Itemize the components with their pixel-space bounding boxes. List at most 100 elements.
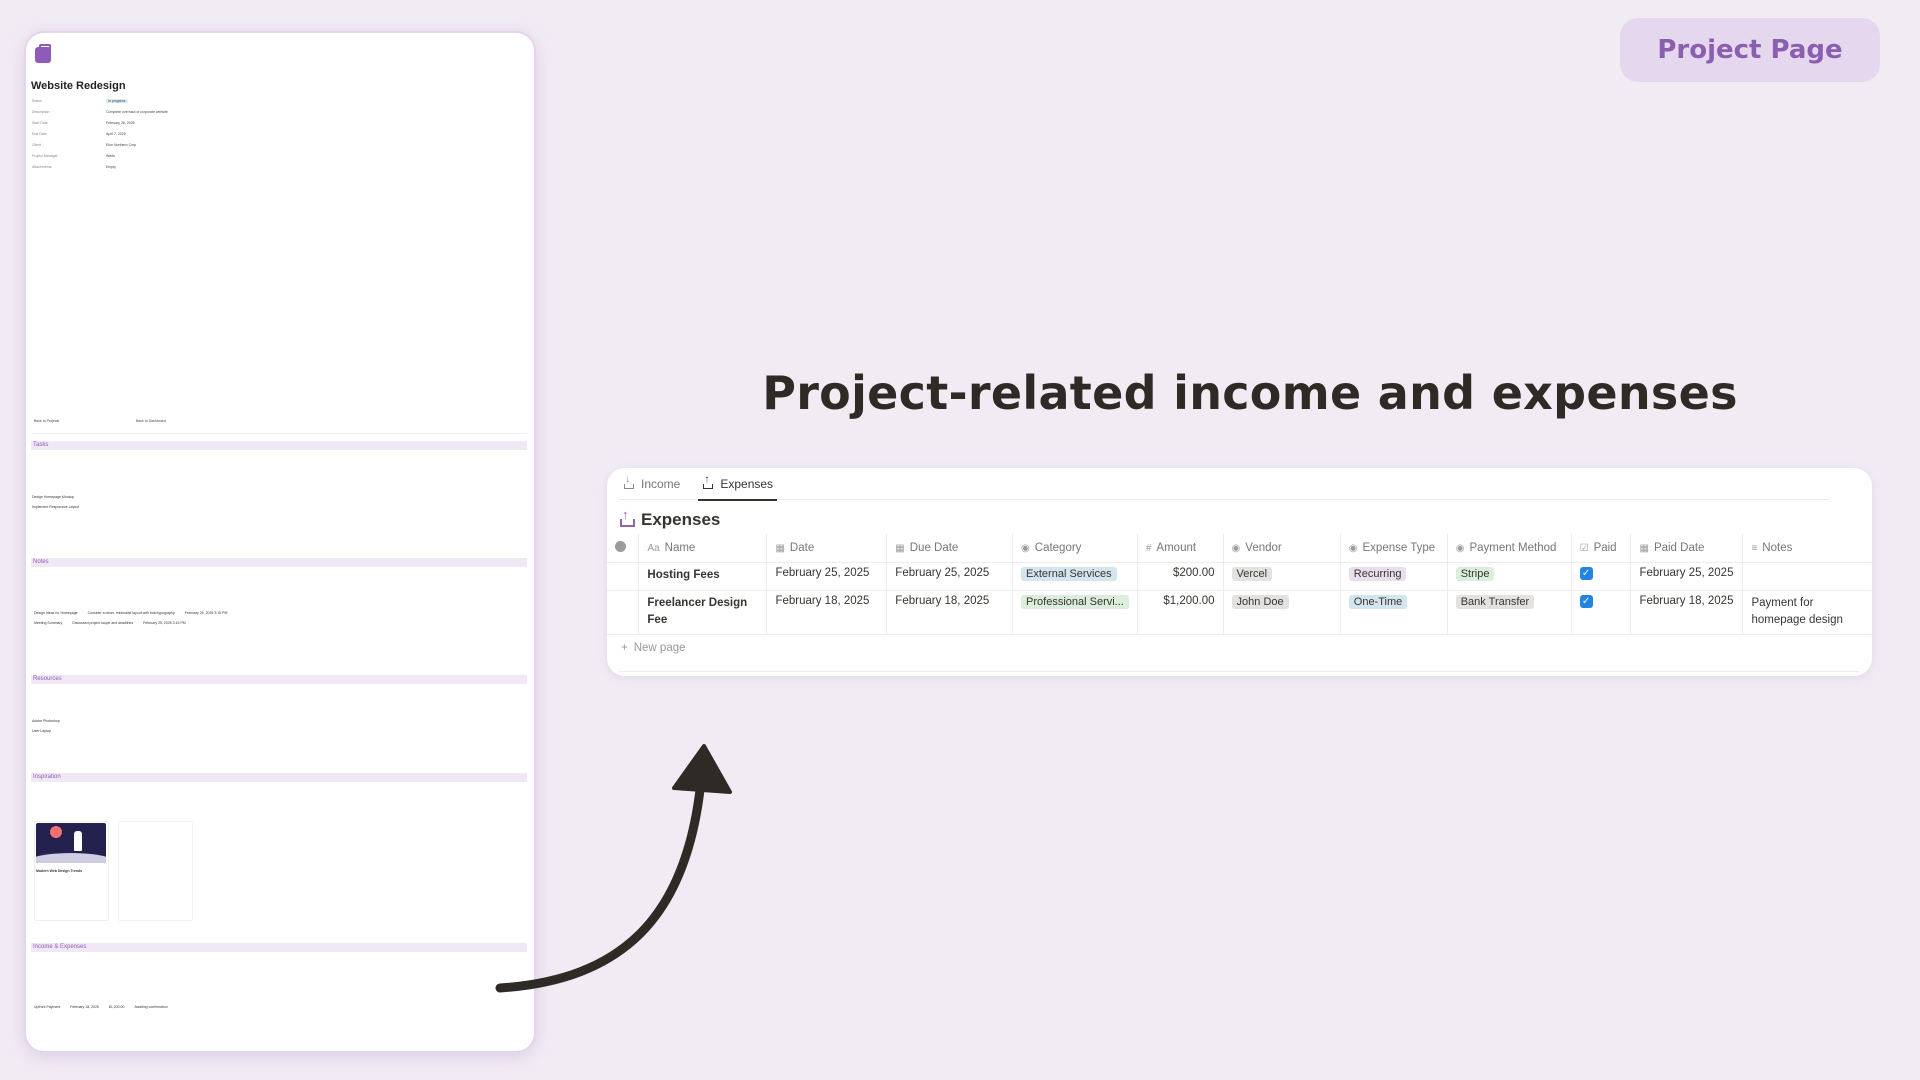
column-header-notes[interactable]: ≡ Notes — [1742, 534, 1872, 563]
mini-page-title: Website Redesign — [31, 80, 126, 92]
cell-notes[interactable] — [1742, 562, 1872, 591]
divider — [31, 433, 527, 434]
row-handle[interactable] — [607, 562, 639, 591]
inspiration-card-title: Modern Web Design Trends — [36, 869, 83, 873]
new-card-placeholder[interactable] — [118, 821, 193, 921]
calculate-row-divider — [619, 671, 1859, 672]
astronaut-figure — [74, 831, 82, 851]
calendar-icon: ▦ — [895, 542, 905, 554]
mini-task-row: Implement Responsive Layout — [32, 505, 80, 509]
column-header-vendor[interactable]: ◉ Vendor — [1222, 534, 1341, 563]
cell-vendor[interactable]: John Doe — [1222, 590, 1341, 635]
cell-amount[interactable]: $1,200.00 — [1136, 590, 1224, 635]
payment-method-tag: Bank Transfer — [1455, 594, 1535, 609]
calendar-icon: ▦ — [1639, 542, 1649, 554]
table-row[interactable]: Freelancer Design Fee February 18, 2025 … — [607, 590, 1872, 635]
expense-type-tag: One-Time — [1348, 594, 1408, 609]
expense-type-tag: Recurring — [1348, 566, 1407, 581]
mini-note-row: Meeting Summary Discussed project scope a… — [34, 621, 186, 625]
back-to-dashboard-button[interactable]: Back to Dashboard — [136, 419, 166, 423]
mini-prop-row: End Date April 7, 2025 — [32, 132, 126, 136]
view-tabs: Income Expenses — [619, 468, 1829, 501]
cell-payment-method[interactable]: Bank Transfer — [1446, 590, 1572, 635]
category-tag: External Services — [1021, 566, 1117, 581]
vendor-tag: Vercel — [1231, 566, 1273, 581]
table-header-row: Aa Name ▦ Date ▦ Due Date ◉ Category # Amount… — [607, 534, 1872, 563]
cell-vendor[interactable]: Vercel — [1222, 562, 1341, 591]
tab-income[interactable]: Income — [619, 468, 684, 500]
cell-expense-type[interactable]: Recurring — [1339, 562, 1448, 591]
expenses-database-panel: Income Expenses Expenses A — [607, 468, 1872, 676]
project-page-badge: Project Page — [1620, 18, 1880, 82]
mini-section-notes: Notes — [31, 558, 527, 567]
text-lines-icon: ≡ — [1751, 542, 1758, 554]
column-header-paid-date[interactable]: ▦ Paid Date — [1630, 534, 1743, 563]
column-header-date[interactable]: ▦ Date — [766, 534, 887, 563]
cell-due-date[interactable]: February 18, 2025 — [886, 590, 1013, 635]
database-title[interactable]: Expenses — [619, 507, 720, 530]
cell-paid[interactable]: ✓ — [1570, 562, 1631, 591]
tab-expenses[interactable]: Expenses — [698, 468, 777, 501]
row-select-header[interactable] — [607, 534, 639, 563]
checkbox-icon: ☑ — [1579, 542, 1589, 554]
cell-paid[interactable]: ✓ — [1570, 590, 1631, 635]
mini-section-inspiration: Inspiration — [31, 773, 527, 782]
cell-name[interactable]: Hosting Fees — [638, 562, 767, 591]
cell-expense-type[interactable]: One-Time — [1339, 590, 1448, 635]
mini-prop-row: Start Date February 28, 2025 — [32, 121, 135, 125]
vendor-tag: John Doe — [1231, 594, 1289, 609]
column-header-category[interactable]: ◉ Category — [1012, 534, 1138, 563]
cell-name[interactable]: Freelancer Design Fee — [638, 590, 767, 635]
column-header-payment-method[interactable]: ◉ Payment Method — [1446, 534, 1572, 563]
cell-paid-date[interactable]: February 25, 2025 — [1630, 562, 1743, 591]
expenses-icon — [619, 507, 635, 528]
column-header-amount[interactable]: # Amount — [1136, 534, 1224, 563]
column-header-due-date[interactable]: ▦ Due Date — [886, 534, 1013, 563]
person-add-icon — [615, 540, 626, 552]
column-header-expense-type[interactable]: ◉ Expense Type — [1339, 534, 1448, 563]
mini-prop-row: Description Complete overhaul of corporat… — [32, 110, 168, 114]
cell-amount[interactable]: $200.00 — [1136, 562, 1224, 591]
select-icon: ◉ — [1231, 542, 1241, 554]
select-icon: ◉ — [1455, 542, 1465, 554]
mini-income-row: Upfront Payment February 18, 2025 $1,200.0… — [34, 1005, 168, 1009]
expenses-icon — [702, 474, 714, 490]
space-illustration — [36, 823, 106, 863]
mini-section-income-expenses: Income & Expenses — [31, 943, 527, 952]
paid-checkbox[interactable]: ✓ — [1579, 594, 1593, 608]
cell-payment-method[interactable]: Stripe — [1446, 562, 1572, 591]
mini-prop-row: Project Manager Weds — [32, 154, 115, 158]
cell-date[interactable]: February 18, 2025 — [766, 590, 887, 635]
cell-notes[interactable]: Payment for homepage design — [1742, 590, 1872, 635]
cell-category[interactable]: External Services — [1012, 562, 1138, 591]
paid-checkbox[interactable]: ✓ — [1579, 566, 1593, 580]
plus-icon: + — [621, 642, 628, 654]
project-page-preview: Website Redesign Status In progress Descr… — [26, 33, 534, 1051]
mini-resource-row: Adobe Photoshop — [32, 719, 60, 723]
mini-prop-row: Status In progress — [32, 99, 128, 103]
briefcase-icon — [35, 44, 51, 63]
row-handle[interactable] — [607, 590, 639, 635]
mini-task-row: Design Homepage Mockup — [32, 495, 75, 499]
headline: Project-related income and expenses — [762, 366, 1738, 420]
new-page-button[interactable]: + New page — [621, 642, 686, 654]
column-header-paid[interactable]: ☑ Paid — [1570, 534, 1631, 563]
number-icon: # — [1145, 542, 1152, 554]
column-header-name[interactable]: Aa Name — [638, 534, 767, 563]
payment-method-tag: Stripe — [1455, 566, 1495, 581]
calendar-icon: ▦ — [775, 542, 785, 554]
text-type-icon: Aa — [647, 542, 660, 554]
cell-paid-date[interactable]: February 18, 2025 — [1630, 590, 1743, 635]
cell-due-date[interactable]: February 25, 2025 — [886, 562, 1013, 591]
expenses-table: Aa Name ▦ Date ▦ Due Date ◉ Category # Amount… — [607, 534, 1872, 635]
back-to-projects-button[interactable]: Back to Projects — [34, 419, 59, 423]
curved-arrow-icon — [495, 744, 732, 993]
mini-section-resources: Resources — [31, 675, 527, 684]
table-row[interactable]: Hosting Fees February 25, 2025 February … — [607, 562, 1872, 591]
select-icon: ◉ — [1348, 542, 1358, 554]
mini-note-row: Design Ideas for Homepage Consider a clea… — [34, 611, 228, 615]
cell-category[interactable]: Professional Servi... — [1012, 590, 1138, 635]
select-icon: ◉ — [1021, 542, 1030, 554]
mini-section-tasks: Tasks — [31, 441, 527, 450]
cell-date[interactable]: February 25, 2025 — [766, 562, 887, 591]
